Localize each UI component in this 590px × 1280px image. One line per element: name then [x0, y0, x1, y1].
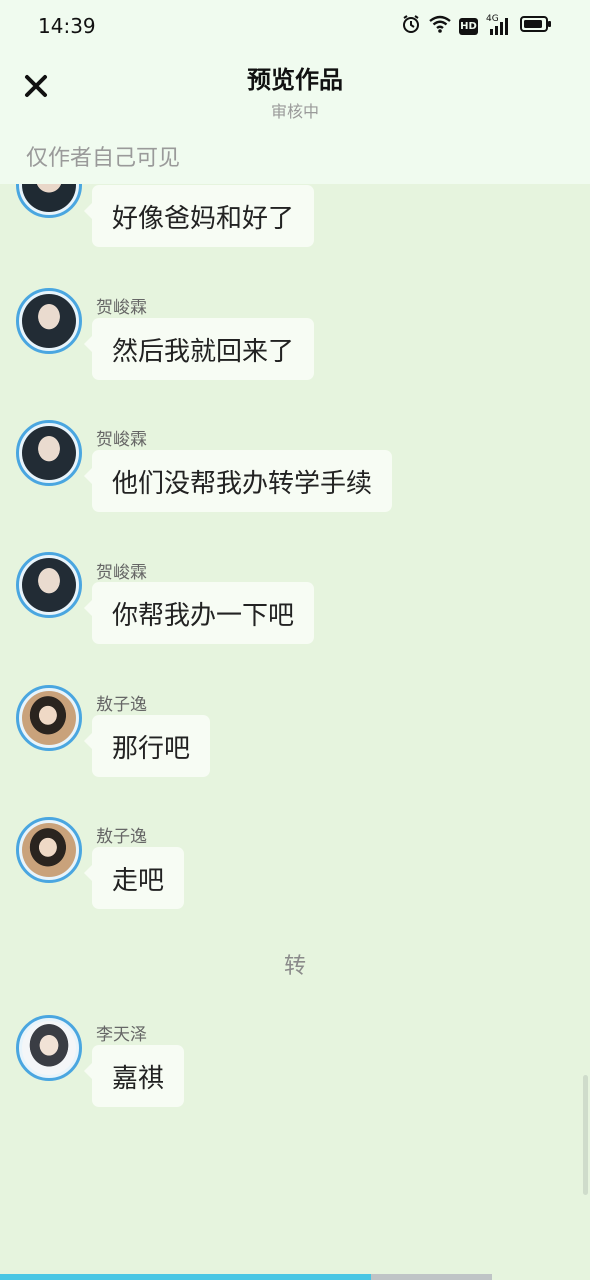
avatar[interactable] [16, 420, 82, 486]
message-bubble[interactable]: 走吧 [83, 847, 185, 909]
header: 预览作品 审核中 仅作者自己可见 [0, 52, 590, 184]
battery-icon [520, 15, 552, 37]
sender-name: 贺峻霖 [96, 430, 147, 450]
status-time: 14:39 [38, 14, 96, 38]
message-bubble[interactable]: 那行吧 [83, 715, 211, 777]
avatar[interactable] [16, 817, 82, 883]
sender-name: 贺峻霖 [96, 563, 147, 583]
sender-name: 敖子逸 [96, 827, 147, 847]
message-bubble[interactable]: 然后我就回来了 [83, 318, 315, 380]
chat-list[interactable]: 好像爸妈和好了 贺峻霖 然后我就回来了 贺峻霖 他们没帮我办转学手续 贺峻霖 你… [0, 184, 590, 1272]
status-bar: 14:39 HD 4G [0, 0, 590, 52]
message-bubble[interactable]: 他们没帮我办转学手续 [83, 450, 393, 512]
avatar[interactable] [16, 552, 82, 618]
avatar[interactable] [16, 1015, 82, 1081]
reading-progress-fill [0, 1274, 372, 1280]
visibility-note: 仅作者自己可见 [26, 146, 181, 171]
alarm-icon [401, 14, 421, 38]
avatar[interactable] [16, 288, 82, 354]
reading-progress-bar [0, 1274, 492, 1280]
message-bubble[interactable]: 嘉祺 [83, 1045, 185, 1107]
message-bubble[interactable]: 你帮我办一下吧 [83, 582, 315, 644]
sender-name: 敖子逸 [96, 695, 147, 715]
status-icons: HD 4G [401, 14, 552, 38]
page-title: 预览作品 [247, 66, 343, 94]
avatar[interactable] [16, 184, 82, 218]
wifi-icon [429, 15, 451, 37]
review-status: 审核中 [270, 102, 319, 121]
message-bubble[interactable]: 好像爸妈和好了 [83, 185, 315, 247]
sender-name: 贺峻霖 [96, 298, 147, 318]
avatar[interactable] [16, 685, 82, 751]
scrollbar[interactable] [583, 1075, 588, 1195]
chat-separator: 转 [283, 954, 306, 979]
hd-icon: HD [459, 17, 478, 35]
sender-name: 李天泽 [96, 1025, 147, 1045]
signal-icon: 4G [486, 14, 512, 36]
